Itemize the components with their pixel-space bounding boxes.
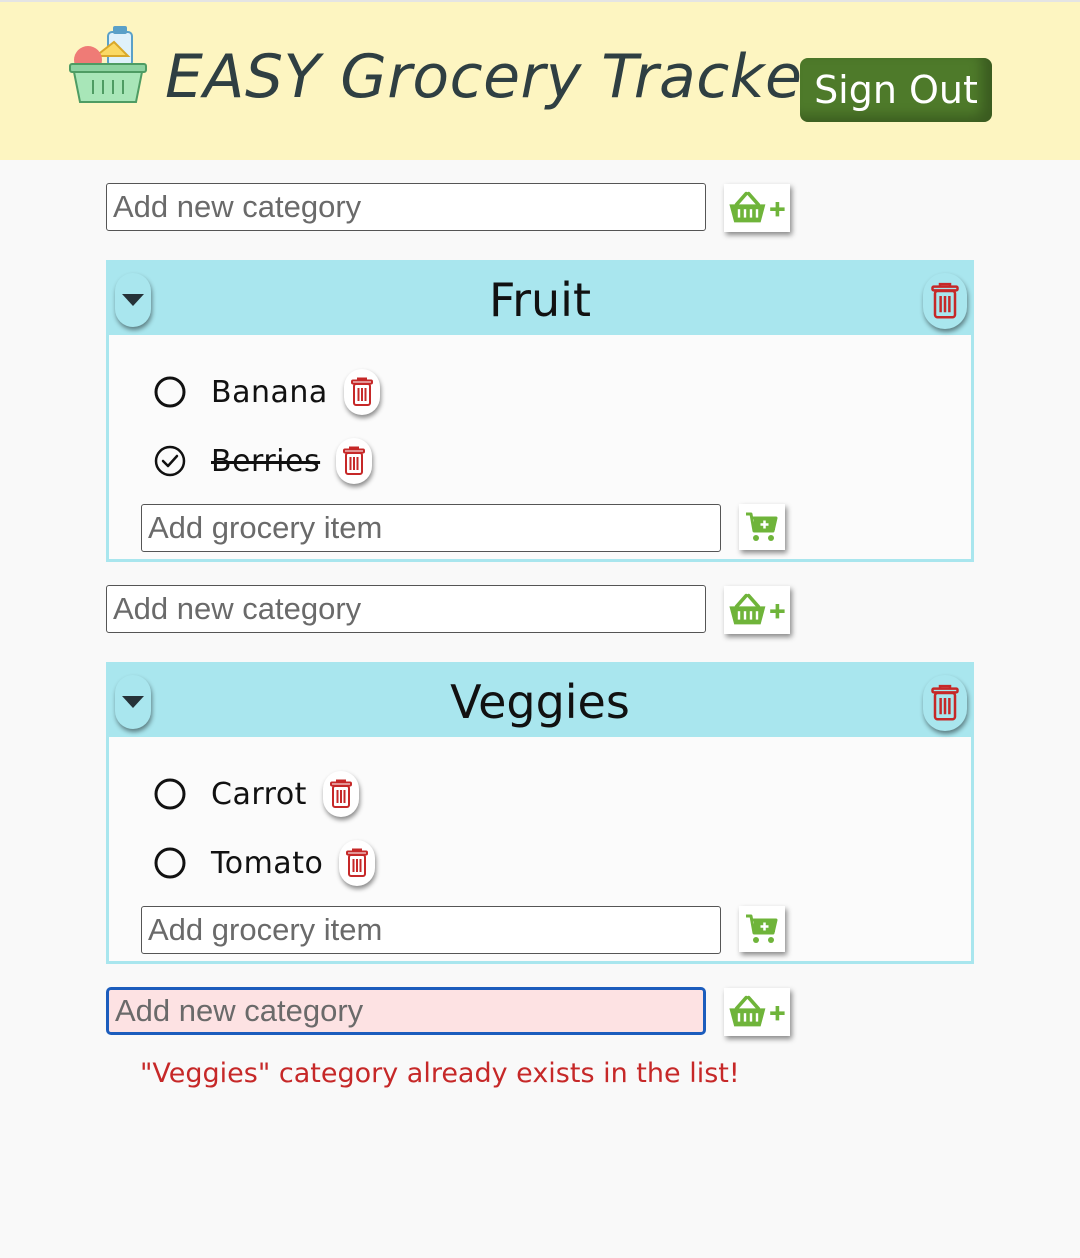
add-item-input[interactable] <box>141 504 721 552</box>
list-item: Berries <box>145 429 373 493</box>
app-header: EASY Grocery Tracker Sign Out <box>0 0 1080 160</box>
cart-plus-icon <box>745 511 779 543</box>
list-item: Tomato <box>153 837 376 889</box>
trash-icon <box>342 446 366 476</box>
circle-empty-icon <box>153 375 187 409</box>
item-checkbox[interactable] <box>153 777 187 811</box>
item-checkbox[interactable] <box>153 444 187 478</box>
category-title: Fruit <box>489 273 591 327</box>
error-message: "Veggies" category already exists in the… <box>140 1058 740 1089</box>
add-category-button[interactable] <box>724 184 790 232</box>
delete-item-button[interactable] <box>322 771 359 817</box>
grocery-basket-logo-icon <box>69 26 147 103</box>
item-checkbox[interactable] <box>153 846 187 880</box>
circle-empty-icon <box>153 846 187 880</box>
item-name: Tomato <box>211 845 324 881</box>
list-item: Carrot <box>153 768 359 820</box>
app-title: EASY Grocery Tracker <box>165 42 828 112</box>
trash-icon <box>930 684 960 722</box>
basket-plus-icon <box>727 592 787 628</box>
item-name: Berries <box>211 443 321 479</box>
basket-plus-icon <box>727 994 787 1030</box>
sign-out-button[interactable]: Sign Out <box>800 58 992 122</box>
add-item-button[interactable] <box>739 906 785 952</box>
add-category-input[interactable] <box>106 987 706 1035</box>
delete-category-button[interactable] <box>923 273 967 329</box>
basket-plus-icon <box>727 190 787 226</box>
add-item-input[interactable] <box>141 906 721 954</box>
circle-empty-icon <box>153 777 187 811</box>
add-category-input[interactable] <box>106 183 706 231</box>
category-card-veggies: Veggies Carrot Tomato <box>106 662 974 964</box>
trash-icon <box>930 282 960 320</box>
delete-item-button[interactable] <box>339 840 376 886</box>
add-item-button[interactable] <box>739 504 785 550</box>
category-card-fruit: Fruit Banana Berries <box>106 260 974 562</box>
delete-item-button[interactable] <box>336 438 373 484</box>
cart-plus-icon <box>745 913 779 945</box>
trash-icon <box>350 377 374 407</box>
delete-category-button[interactable] <box>923 675 967 731</box>
category-title: Veggies <box>450 675 630 729</box>
category-header: Fruit <box>109 263 971 335</box>
add-category-button[interactable] <box>724 988 790 1036</box>
list-item: Banana <box>153 366 380 418</box>
category-header: Veggies <box>109 665 971 737</box>
add-category-input[interactable] <box>106 585 706 633</box>
trash-icon <box>329 779 353 809</box>
add-category-button[interactable] <box>724 586 790 634</box>
circle-check-icon <box>153 444 187 478</box>
delete-item-button[interactable] <box>343 369 380 415</box>
item-checkbox[interactable] <box>153 375 187 409</box>
item-name: Carrot <box>211 776 307 812</box>
trash-icon <box>345 848 369 878</box>
item-name: Banana <box>211 374 328 410</box>
